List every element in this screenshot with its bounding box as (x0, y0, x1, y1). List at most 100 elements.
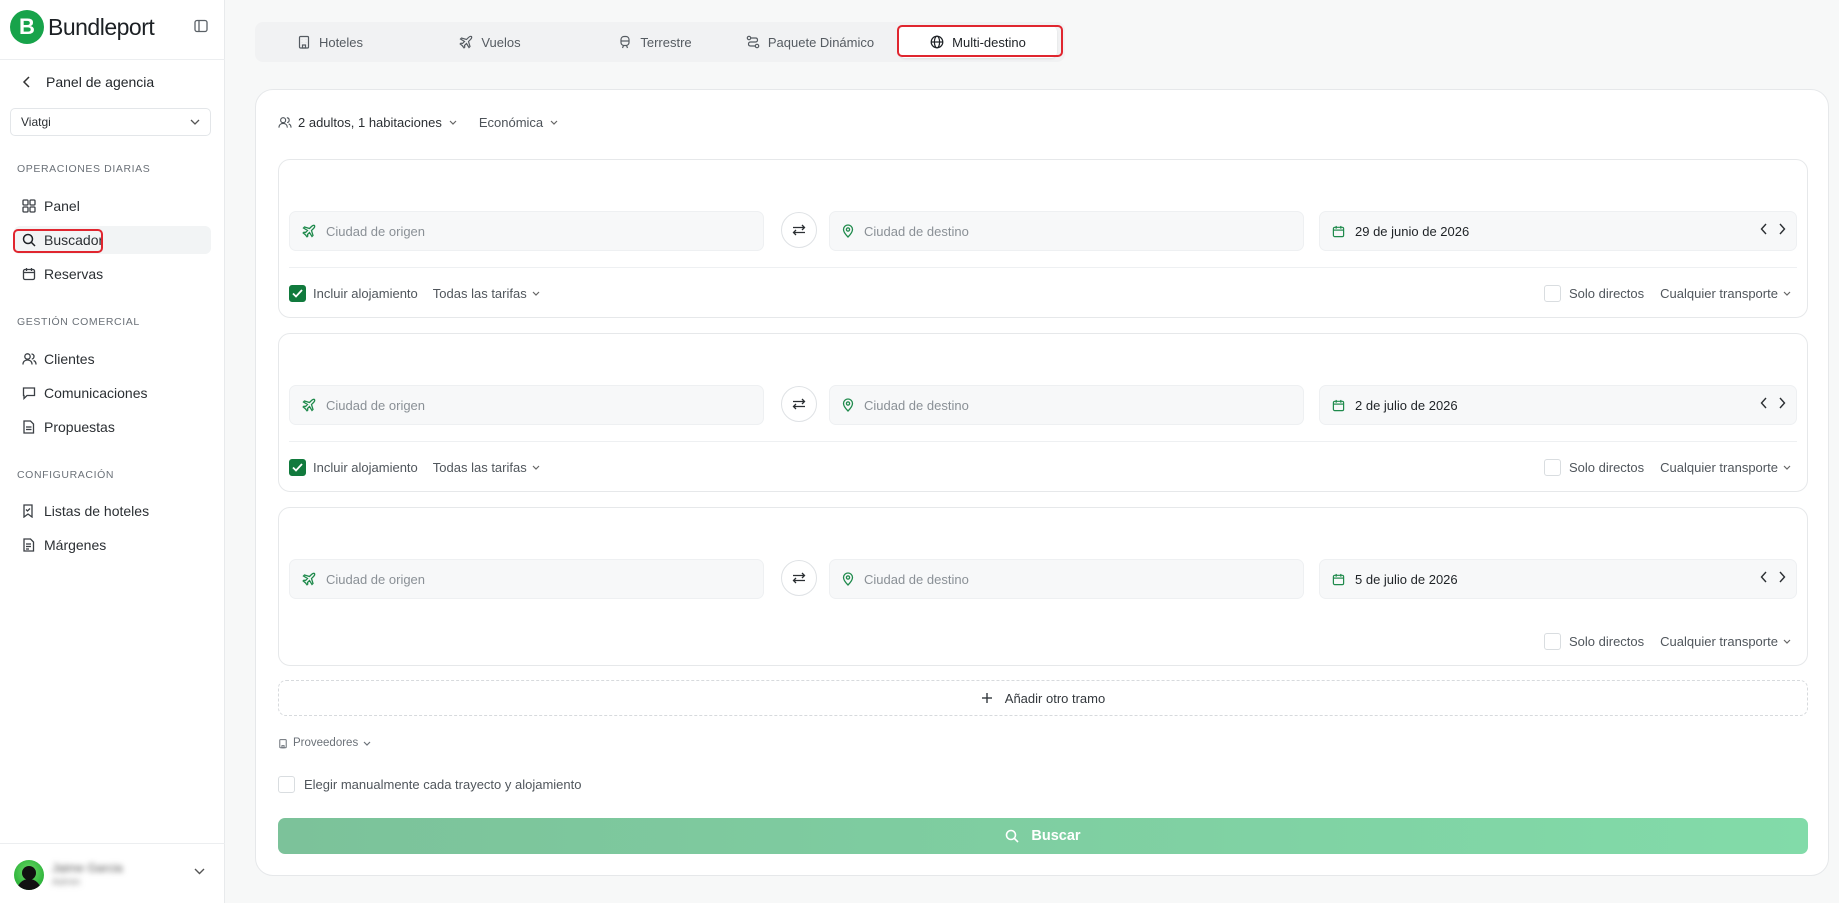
calendar-icon (22, 267, 37, 282)
providers-label: Proveedores (293, 737, 359, 749)
direct-only-checkbox[interactable] (1544, 285, 1561, 302)
transport-select[interactable]: Cualquier transporte (1660, 286, 1791, 301)
tab-terrestre[interactable]: Terrestre (595, 26, 715, 58)
chevron-down-icon[interactable] (194, 868, 205, 875)
sidebar-item-propuestas[interactable]: Propuestas (14, 413, 211, 441)
tab-label: Vuelos (481, 34, 521, 50)
cabin-class-select[interactable]: Económica (479, 115, 558, 130)
include-lodging-checkbox[interactable] (289, 285, 306, 302)
direct-only-checkbox[interactable] (1544, 633, 1561, 650)
fares-select[interactable]: Todas las tarifas (433, 460, 540, 475)
sidebar-item-label: Listas de hoteles (44, 503, 150, 519)
destination-placeholder: Ciudad de destino (864, 397, 969, 413)
swap-cities-button[interactable] (781, 560, 817, 596)
swap-arrows-icon (792, 572, 806, 584)
sidebar-item-label: Márgenes (44, 537, 107, 553)
sidebar-item-clientes[interactable]: Clientes (14, 345, 211, 373)
transport-value: Cualquier transporte (1660, 286, 1778, 301)
origin-city-input[interactable]: Ciudad de origen (289, 559, 764, 599)
route-icon (746, 35, 760, 49)
destination-city-input[interactable]: Ciudad de destino (829, 211, 1304, 251)
origin-city-input[interactable]: Ciudad de origen (289, 211, 764, 251)
avatar (14, 860, 44, 890)
map-pin-icon (842, 398, 854, 412)
user-role: Admin (52, 877, 81, 888)
origin-city-input[interactable]: Ciudad de origen (289, 385, 764, 425)
fares-select[interactable]: Todas las tarifas (433, 286, 540, 301)
chevron-down-icon (449, 120, 457, 125)
sidebar-item-label: Clientes (44, 351, 95, 367)
users-icon (22, 352, 37, 367)
swap-arrows-icon (792, 224, 806, 236)
calendar-icon (1332, 573, 1345, 586)
fares-value: Todas las tarifas (432, 460, 527, 475)
include-lodging-checkbox[interactable] (289, 459, 306, 476)
transport-select[interactable]: Cualquier transporte (1660, 460, 1791, 475)
departure-date-field[interactable]: 5 de julio de 2026 (1319, 559, 1797, 599)
back-to-agency-panel[interactable]: Panel de agencia (22, 74, 154, 90)
origin-placeholder: Ciudad de origen (326, 223, 426, 239)
tab-label: Paquete Dinámico (767, 34, 875, 50)
sidebar-item-margenes[interactable]: Márgenes (14, 531, 211, 559)
agency-select[interactable]: Viatgi (10, 108, 211, 136)
user-menu[interactable]: Jaime Garcia Admin (0, 843, 225, 903)
search-options-row: 2 adultos, 1 habitaciones Económica (278, 115, 558, 130)
include-lodging-label[interactable]: Incluir alojamiento (313, 286, 418, 301)
manual-selection-label[interactable]: Elegir manualmente cada trayecto y aloja… (304, 777, 581, 792)
brand-name: Bundleport (48, 13, 155, 40)
next-day-chevron-right-icon[interactable] (1778, 397, 1786, 409)
brand-logo[interactable]: B Bundleport (10, 10, 215, 44)
sidebar-item-panel[interactable]: Panel (14, 192, 211, 220)
multi-destination-search-card: 2 adultos, 1 habitaciones Económica Ciud… (255, 89, 1829, 876)
providers-toggle[interactable]: Proveedores (278, 737, 371, 749)
leg-options-left: Incluir alojamiento Todas las tarifas (289, 285, 540, 302)
swap-cities-button[interactable] (781, 212, 817, 248)
tab-paquete-dinamico[interactable]: Paquete Dinámico (735, 26, 885, 58)
destination-city-input[interactable]: Ciudad de destino (829, 385, 1304, 425)
leg-divider (289, 441, 1797, 442)
sidebar-toggle-icon[interactable] (193, 18, 211, 36)
add-leg-button[interactable]: Añadir otro tramo (278, 680, 1808, 716)
sidebar-item-comunicaciones[interactable]: Comunicaciones (14, 379, 211, 407)
departure-date-field[interactable]: 29 de junio de 2026 (1319, 211, 1797, 251)
sidebar-item-reservas[interactable]: Reservas (14, 260, 211, 288)
swap-cities-button[interactable] (781, 386, 817, 422)
destination-city-input[interactable]: Ciudad de destino (829, 559, 1304, 599)
leg-divider (289, 267, 1797, 268)
search-icon (22, 233, 37, 248)
next-day-chevron-right-icon[interactable] (1778, 571, 1786, 583)
passengers-select[interactable]: 2 adultos, 1 habitaciones (278, 115, 457, 130)
chevron-down-icon (190, 119, 200, 125)
previous-day-chevron-left-icon[interactable] (1760, 223, 1768, 235)
search-button[interactable]: Buscar (278, 818, 1808, 854)
sidebar-item-buscador[interactable]: Buscador (14, 226, 211, 254)
search-type-tabs: Hoteles Vuelos Terrestre Paquete Dinámic… (255, 22, 1065, 62)
map-pin-icon (842, 224, 854, 238)
departure-date-field[interactable]: 2 de julio de 2026 (1319, 385, 1797, 425)
transport-select[interactable]: Cualquier transporte (1660, 634, 1791, 649)
manual-selection-checkbox[interactable] (278, 776, 295, 793)
leg-options-left: Incluir alojamiento Todas las tarifas (289, 459, 540, 476)
plane-icon (302, 572, 316, 586)
tab-label: Hoteles (318, 34, 364, 50)
tab-multi-destino[interactable]: Multi-destino (899, 26, 1057, 58)
tab-hoteles[interactable]: Hoteles (275, 26, 385, 58)
chevron-left-icon (22, 76, 32, 88)
leg-3: Ciudad de origen Ciudad de destino 5 de … (278, 507, 1808, 666)
tab-vuelos[interactable]: Vuelos (435, 26, 545, 58)
previous-day-chevron-left-icon[interactable] (1760, 571, 1768, 583)
direct-only-label[interactable]: Solo directos (1569, 634, 1644, 649)
back-label: Panel de agencia (46, 74, 155, 90)
include-lodging-label[interactable]: Incluir alojamiento (313, 460, 418, 475)
next-day-chevron-right-icon[interactable] (1778, 223, 1786, 235)
direct-only-label[interactable]: Solo directos (1569, 460, 1644, 475)
direct-only-label[interactable]: Solo directos (1569, 286, 1644, 301)
sidebar-item-label: Comunicaciones (44, 385, 148, 401)
search-button-label: Buscar (1031, 828, 1081, 844)
passengers-summary: 2 adultos, 1 habitaciones (298, 115, 442, 130)
destination-placeholder: Ciudad de destino (864, 223, 969, 239)
sidebar-item-listas-hoteles[interactable]: Listas de hoteles (14, 497, 211, 525)
direct-only-checkbox[interactable] (1544, 459, 1561, 476)
date-value: 2 de julio de 2026 (1355, 397, 1458, 413)
previous-day-chevron-left-icon[interactable] (1760, 397, 1768, 409)
